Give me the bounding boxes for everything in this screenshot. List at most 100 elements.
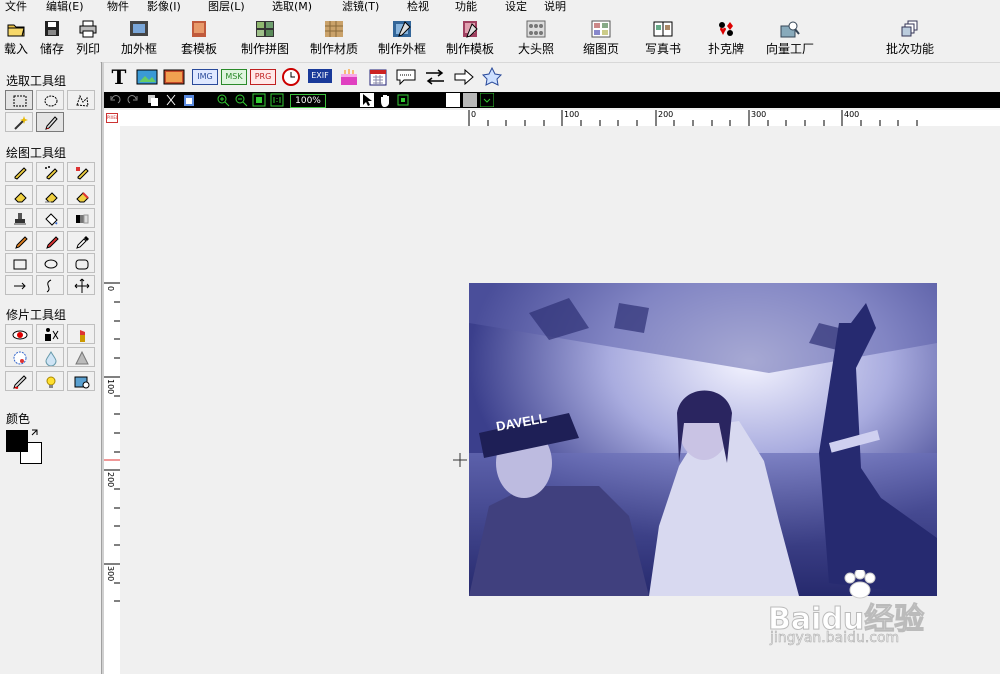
horizontal-ruler: 0 100 200 300 400 bbox=[120, 110, 1000, 126]
make-collage-button[interactable]: 制作拼图 bbox=[241, 20, 289, 57]
menu-help[interactable]: 说明 bbox=[544, 0, 566, 14]
ellipse-select-tool[interactable] bbox=[36, 90, 64, 110]
swap-colors-icon[interactable] bbox=[30, 428, 40, 438]
pen-tool[interactable] bbox=[5, 162, 33, 182]
paste-icon[interactable] bbox=[182, 93, 196, 107]
select-group-title: 选取工具组 bbox=[6, 74, 67, 88]
menu-filter[interactable]: 滤镜(T) bbox=[342, 0, 379, 14]
id-photo-button[interactable]: 大头照 bbox=[518, 20, 554, 57]
eraser-tool[interactable] bbox=[5, 185, 33, 205]
arrow-shape-icon[interactable] bbox=[453, 66, 475, 88]
pencil-tool[interactable] bbox=[5, 231, 33, 251]
line-tool[interactable] bbox=[5, 275, 33, 295]
v-tick-label: 0 bbox=[106, 286, 115, 292]
photo-book-button[interactable]: 写真书 bbox=[645, 20, 681, 57]
print-button[interactable]: 列印 bbox=[76, 20, 100, 57]
rectangle-tool[interactable] bbox=[5, 253, 33, 273]
apply-template-button[interactable]: 套模板 bbox=[181, 20, 217, 57]
crop-icon[interactable] bbox=[396, 93, 410, 107]
color-label: 颜色 bbox=[6, 412, 31, 426]
menu-view[interactable]: 检视 bbox=[407, 0, 429, 14]
ellipse-select-icon bbox=[44, 95, 58, 107]
ellipse-tool[interactable] bbox=[36, 253, 64, 273]
zoom-level-display[interactable]: 100% bbox=[290, 94, 326, 108]
image-object-icon[interactable] bbox=[136, 66, 158, 88]
foreground-color-swatch[interactable] bbox=[6, 430, 28, 452]
rounded-rect-tool[interactable] bbox=[67, 253, 95, 273]
dodge-tool[interactable] bbox=[36, 371, 64, 391]
playing-cards-button[interactable]: 扑克牌 bbox=[708, 20, 744, 57]
lipstick-tool[interactable] bbox=[67, 324, 95, 344]
save-button[interactable]: 储存 bbox=[40, 20, 64, 57]
clone-stamp-tool[interactable] bbox=[5, 208, 33, 228]
make-frame-button[interactable]: 制作外框 bbox=[378, 20, 426, 57]
recolor-brush-tool[interactable] bbox=[67, 162, 95, 182]
zoom-in-icon[interactable] bbox=[216, 93, 230, 107]
menu-select[interactable]: 选取(M) bbox=[272, 0, 312, 14]
smudge-color-tool[interactable] bbox=[5, 371, 33, 391]
exif-tag-button[interactable]: EXIF bbox=[308, 69, 332, 83]
redo-icon[interactable] bbox=[126, 93, 140, 107]
menu-function[interactable]: 功能 bbox=[455, 0, 477, 14]
add-frame-button[interactable]: 加外框 bbox=[121, 20, 157, 57]
clock-icon[interactable] bbox=[280, 66, 302, 88]
calendar-icon[interactable] bbox=[367, 66, 389, 88]
menu-settings[interactable]: 设定 bbox=[505, 0, 527, 14]
zoom-out-icon[interactable] bbox=[234, 93, 248, 107]
undo-icon[interactable] bbox=[108, 93, 122, 107]
actual-size-icon[interactable] bbox=[270, 93, 284, 107]
highlighter-tool[interactable] bbox=[67, 185, 95, 205]
fill-bucket-tool[interactable] bbox=[36, 208, 64, 228]
lasso-select-tool[interactable] bbox=[67, 90, 95, 110]
menu-object[interactable]: 物件 bbox=[107, 0, 129, 14]
star-shape-icon[interactable] bbox=[481, 66, 503, 88]
rect-select-tool[interactable] bbox=[5, 90, 33, 110]
menu-edit[interactable]: 编辑(E) bbox=[46, 0, 84, 14]
view-gray-button[interactable] bbox=[463, 93, 477, 107]
menu-file[interactable]: 文件 bbox=[5, 0, 27, 14]
prg-tag-button[interactable]: PRG bbox=[250, 69, 276, 85]
sharpen-tool[interactable] bbox=[67, 347, 95, 367]
marker-tool[interactable] bbox=[36, 231, 64, 251]
smudge-tool[interactable] bbox=[36, 185, 64, 205]
speech-bubble-icon[interactable] bbox=[395, 66, 417, 88]
concert-photo[interactable]: DAVELL bbox=[469, 283, 937, 596]
text-tool-button[interactable]: T bbox=[108, 66, 130, 88]
red-eye-tool[interactable] bbox=[5, 324, 33, 344]
blur-tool[interactable] bbox=[36, 347, 64, 367]
spray-tool[interactable] bbox=[36, 162, 64, 182]
gradient-object-icon[interactable] bbox=[163, 66, 185, 88]
img-tag-button[interactable]: IMG bbox=[192, 69, 218, 85]
make-template-button[interactable]: 制作模板 bbox=[446, 20, 494, 57]
photo-enhance-tool[interactable] bbox=[67, 371, 95, 391]
double-arrow-icon[interactable] bbox=[424, 66, 446, 88]
eyedropper-tool[interactable] bbox=[67, 231, 95, 251]
cutout-tool[interactable] bbox=[36, 324, 64, 344]
view-white-button[interactable] bbox=[446, 93, 460, 107]
gradient-tool[interactable] bbox=[67, 208, 95, 228]
cut-icon[interactable] bbox=[164, 93, 178, 107]
thumbnail-page-button[interactable]: 缩图页 bbox=[583, 20, 619, 57]
menu-layer[interactable]: 图层(L) bbox=[208, 0, 245, 14]
hand-pan-icon[interactable] bbox=[378, 93, 392, 107]
make-texture-button[interactable]: 制作材质 bbox=[310, 20, 358, 57]
blemish-tool[interactable] bbox=[5, 347, 33, 367]
menu-image[interactable]: 影像(I) bbox=[147, 0, 181, 14]
retouch-group-title: 修片工具组 bbox=[6, 308, 67, 322]
copy-icon[interactable] bbox=[146, 93, 160, 107]
vector-factory-button[interactable]: 向量工厂 bbox=[766, 20, 814, 57]
h-tick-label: 400 bbox=[844, 110, 860, 119]
load-button[interactable]: 载入 bbox=[4, 20, 28, 57]
pointer-icon[interactable] bbox=[360, 93, 374, 107]
curve-tool[interactable] bbox=[36, 275, 64, 295]
magic-wand-tool[interactable] bbox=[5, 112, 33, 132]
brush-select-tool[interactable] bbox=[36, 112, 64, 132]
msk-tag-button[interactable]: MSK bbox=[221, 69, 247, 85]
ellipse-icon bbox=[44, 259, 58, 269]
fit-window-icon[interactable] bbox=[252, 93, 266, 107]
cake-icon[interactable] bbox=[338, 66, 360, 88]
rounded-rect-icon bbox=[75, 259, 89, 270]
batch-function-button[interactable]: 批次功能 bbox=[886, 20, 934, 57]
chevron-down-icon[interactable] bbox=[480, 93, 494, 107]
move-tool[interactable] bbox=[67, 275, 95, 295]
